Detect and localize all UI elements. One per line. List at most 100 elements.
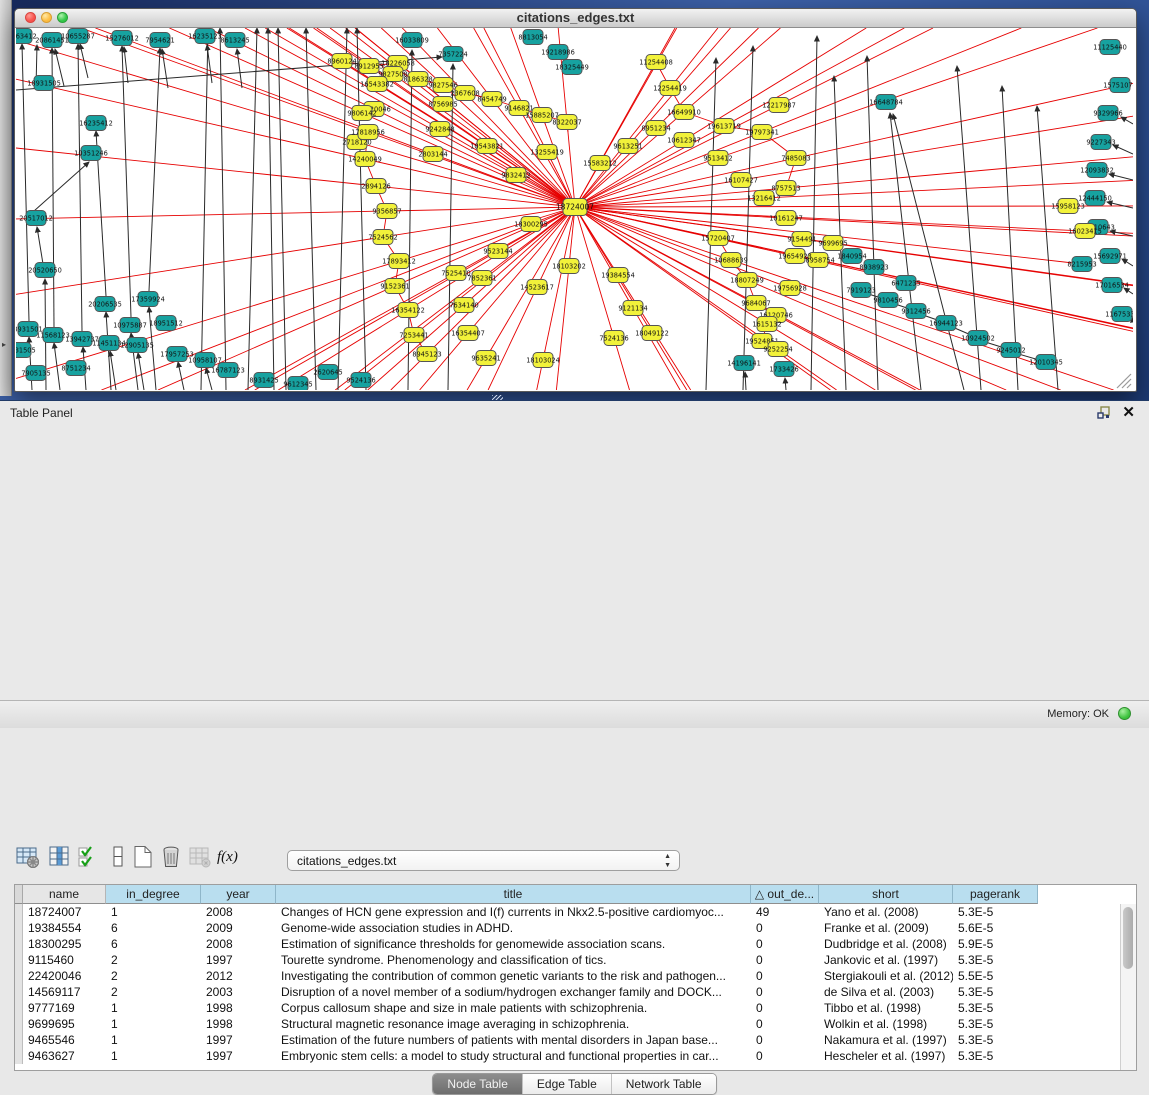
graph-node[interactable]: 20206535 — [88, 297, 122, 312]
graph-node[interactable]: 12217987 — [762, 98, 796, 113]
graph-node[interactable]: 16354407 — [451, 326, 485, 341]
graph-node[interactable]: 9356857 — [372, 204, 401, 219]
graph-node[interactable]: 8945123 — [412, 347, 441, 362]
graph-node[interactable]: 8757513 — [771, 181, 800, 196]
tab-network-table[interactable]: Network Table — [612, 1074, 716, 1094]
graph-node[interactable]: 9242848 — [425, 122, 454, 137]
table-row[interactable]: 2242004622012Investigating the contribut… — [15, 968, 1038, 984]
cell-year[interactable]: 1997 — [201, 1048, 276, 1064]
graph-node[interactable]: 8613245 — [220, 33, 249, 48]
cell-in_degree[interactable]: 1 — [106, 1048, 201, 1064]
panel-expand-arrow-icon[interactable]: ▸ — [2, 340, 6, 349]
cell-out_de[interactable]: 0 — [751, 968, 819, 984]
cell-year[interactable]: 2008 — [201, 936, 276, 952]
graph-node[interactable]: 15751074 — [1103, 78, 1133, 93]
column-header-pagerank[interactable]: pagerank — [953, 885, 1038, 904]
cell-title[interactable]: Embryonic stem cells: a model to study s… — [276, 1048, 751, 1064]
cell-short[interactable]: Tibbo et al. (1998) — [819, 1000, 953, 1016]
cell-in_degree[interactable]: 2 — [106, 952, 201, 968]
graph-node[interactable]: 19218986 — [541, 45, 575, 60]
cell-pagerank[interactable]: 5.3E-5 — [953, 1000, 1038, 1016]
table-row[interactable]: 1872400712008Changes of HCN gene express… — [15, 904, 1038, 920]
cell-year[interactable]: 1997 — [201, 1032, 276, 1048]
cell-title[interactable]: Investigating the contribution of common… — [276, 968, 751, 984]
cell-name[interactable]: 9699695 — [23, 1016, 106, 1032]
table-row[interactable]: 946554611997Estimation of the future num… — [15, 1032, 1038, 1048]
column-header-out_de[interactable]: △ out_de... — [751, 885, 819, 904]
graph-node[interactable]: 17359924 — [131, 292, 165, 307]
column-header-year[interactable]: year — [201, 885, 276, 904]
cell-out_de[interactable]: 0 — [751, 952, 819, 968]
graph-node[interactable]: 8751234 — [61, 361, 90, 376]
table-row[interactable]: 911546021997Tourette syndrome. Phenomeno… — [15, 952, 1038, 968]
close-window-button[interactable] — [25, 12, 36, 23]
cell-year[interactable]: 2012 — [201, 968, 276, 984]
graph-node[interactable]: 6471235 — [891, 276, 920, 291]
column-header-title[interactable]: title — [276, 885, 751, 904]
cell-pagerank[interactable]: 5.6E-5 — [953, 920, 1038, 936]
cell-title[interactable]: Genome-wide association studies in ADHD. — [276, 920, 751, 936]
cell-pagerank[interactable]: 5.3E-5 — [953, 1032, 1038, 1048]
cell-year[interactable]: 1998 — [201, 1016, 276, 1032]
graph-node[interactable]: 15583212 — [583, 156, 617, 171]
graph-node[interactable]: 2894126 — [361, 179, 390, 194]
graph-node[interactable]: 8951234 — [641, 121, 670, 136]
cell-year[interactable]: 1997 — [201, 952, 276, 968]
cell-in_degree[interactable]: 6 — [106, 936, 201, 952]
row-height-icon[interactable] — [106, 845, 130, 871]
graph-node[interactable]: 12093832 — [1080, 163, 1114, 178]
graph-node[interactable]: 18325449 — [555, 60, 589, 75]
graph-node[interactable]: 7524136 — [599, 331, 628, 346]
graph-node[interactable]: 10612347 — [667, 133, 701, 148]
cell-in_degree[interactable]: 2 — [106, 968, 201, 984]
graph-node[interactable]: 10161247 — [769, 211, 803, 226]
network-graph[interactable]: 9663412208614511065528715276012795462116… — [16, 28, 1133, 390]
cell-short[interactable]: Jankovic et al. (1997) — [819, 952, 953, 968]
graph-node[interactable]: 8938923 — [859, 260, 888, 275]
cell-in_degree[interactable]: 1 — [106, 904, 201, 920]
cell-title[interactable]: Disruption of a novel member of a sodium… — [276, 984, 751, 1000]
graph-node[interactable]: 16235123 — [188, 29, 222, 44]
table-row[interactable]: 1938455462009Genome-wide association stu… — [15, 920, 1038, 936]
close-icon[interactable]: ✕ — [1122, 403, 1135, 421]
float-panel-icon[interactable] — [1097, 406, 1111, 419]
graph-node[interactable]: 11675334 — [1105, 307, 1133, 322]
graph-node[interactable]: 9612345 — [283, 377, 312, 391]
cell-title[interactable]: Estimation of significance thresholds fo… — [276, 936, 751, 952]
cell-short[interactable]: Hescheler et al. (1997) — [819, 1048, 953, 1064]
graph-node[interactable]: 8454749 — [477, 92, 506, 107]
graph-node[interactable]: 18103202 — [552, 259, 586, 274]
graph-node[interactable]: 9635241 — [471, 351, 500, 366]
minimize-window-button[interactable] — [41, 12, 52, 23]
table-source-select[interactable]: citations_edges.txt ▲▼ — [287, 850, 680, 871]
graph-node[interactable]: 11254408 — [639, 55, 673, 70]
cell-out_de[interactable]: 0 — [751, 1016, 819, 1032]
cell-pagerank[interactable]: 5.3E-5 — [953, 1048, 1038, 1064]
network-window-titlebar[interactable]: citations_edges.txt — [15, 9, 1136, 28]
cell-title[interactable]: Tourette syndrome. Phenomenology and cla… — [276, 952, 751, 968]
graph-node[interactable]: 18300295 — [514, 217, 548, 232]
graph-node[interactable]: 16354122 — [391, 303, 425, 318]
function-builder-icon[interactable]: f(x) — [217, 845, 241, 871]
graph-node[interactable]: 20520650 — [28, 263, 62, 278]
graph-node[interactable]: 7954621 — [145, 33, 174, 48]
graph-node[interactable]: 19384554 — [601, 268, 635, 283]
cell-pagerank[interactable]: 5.5E-5 — [953, 968, 1038, 984]
cell-title[interactable]: Changes of HCN gene expression and I(f) … — [276, 904, 751, 920]
cell-pagerank[interactable]: 5.3E-5 — [953, 904, 1038, 920]
network-canvas[interactable]: 9663412208614511065528715276012795462116… — [16, 28, 1133, 390]
cell-short[interactable]: Nakamura et al. (1997) — [819, 1032, 953, 1048]
cell-name[interactable]: 14569117 — [23, 984, 106, 1000]
table-row[interactable]: 1830029562008Estimation of significance … — [15, 936, 1038, 952]
graph-node[interactable]: 18103024 — [526, 353, 560, 368]
cell-name[interactable]: 18724007 — [23, 904, 106, 920]
cell-short[interactable]: de Silva et al. (2003) — [819, 984, 953, 1000]
cell-in_degree[interactable]: 1 — [106, 1032, 201, 1048]
graph-node[interactable]: 9513412 — [703, 151, 732, 166]
graph-node[interactable]: 7524562 — [368, 230, 397, 245]
graph-node[interactable]: 20517012 — [19, 211, 53, 226]
graph-node[interactable]: 19613719 — [707, 119, 741, 134]
cell-year[interactable]: 1998 — [201, 1000, 276, 1016]
column-header-in_degree[interactable]: in_degree — [106, 885, 201, 904]
scrollbar-thumb[interactable] — [1123, 907, 1133, 969]
